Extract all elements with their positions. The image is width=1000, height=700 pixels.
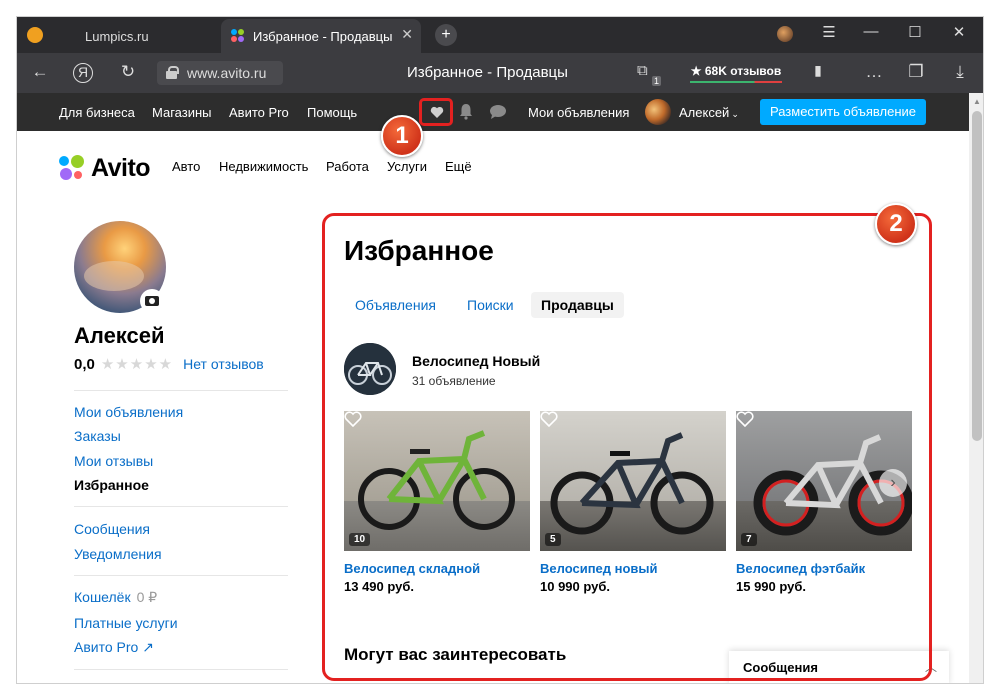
- reviews-bar: [690, 81, 782, 83]
- tab-title: Lumpics.ru: [85, 28, 149, 44]
- sidebar-item-orders[interactable]: Заказы: [74, 428, 121, 444]
- more-icon[interactable]: …: [863, 62, 885, 82]
- scrollbar-thumb[interactable]: [972, 111, 982, 441]
- heart-icon: [430, 106, 444, 118]
- divider: [74, 390, 288, 391]
- profile-avatar-icon[interactable]: [777, 26, 793, 42]
- browser-logo-icon[interactable]: [27, 27, 43, 43]
- scroll-up-icon[interactable]: ▲: [969, 97, 983, 106]
- rating-value: 0,0: [74, 355, 95, 373]
- nav-jobs[interactable]: Работа: [326, 159, 369, 174]
- sidebar-item-favorites[interactable]: Избранное: [74, 477, 149, 493]
- tab-avito-favorites[interactable]: Избранное - Продавцы ✕: [221, 19, 421, 53]
- change-photo-button[interactable]: [140, 289, 164, 313]
- sidebar-item-my-reviews[interactable]: Мои отзывы: [74, 453, 153, 469]
- nav-more[interactable]: Ещё: [445, 159, 472, 174]
- address-bar: ← Я ↻ www.avito.ru Избранное - Продавцы …: [17, 53, 983, 93]
- sidebar-item-messages[interactable]: Сообщения: [74, 521, 150, 537]
- lock-icon: [166, 66, 179, 79]
- my-ads-link[interactable]: Мои объявления: [528, 105, 629, 120]
- maximize-button[interactable]: ☐: [903, 23, 927, 41]
- rating-row: 0,0 ★★★★★ Нет отзывов: [74, 355, 264, 374]
- tab-lumpics[interactable]: Lumpics.ru: [69, 19, 219, 53]
- avito-logo-icon: [59, 155, 85, 181]
- close-window-button[interactable]: ✕: [947, 23, 971, 41]
- url-text: www.avito.ru: [187, 65, 267, 81]
- rating-stars-icon: ★★★★★: [100, 356, 174, 373]
- logo-text: Avito: [91, 153, 151, 182]
- avito-pro-link[interactable]: Авито Pro: [229, 105, 289, 120]
- sidebar-item-paid-services[interactable]: Платные услуги: [74, 615, 178, 631]
- chevron-down-icon: ⌄: [731, 109, 739, 119]
- nav-realty[interactable]: Недвижимость: [219, 159, 308, 174]
- tab-title: Избранное - Продавцы: [253, 28, 393, 44]
- for-business-link[interactable]: Для бизнеса: [59, 105, 135, 120]
- annotation-highlight-box: [322, 213, 932, 681]
- wallet-amount: 0 ₽: [136, 589, 158, 605]
- nav-services[interactable]: Услуги: [387, 159, 427, 174]
- divider: [74, 575, 288, 576]
- chat-icon[interactable]: [489, 104, 507, 120]
- avito-favicon-icon: [231, 29, 245, 43]
- post-ad-button[interactable]: Разместить объявление: [760, 99, 926, 125]
- url-field[interactable]: www.avito.ru: [157, 61, 283, 85]
- user-name: Алексей: [679, 105, 730, 120]
- new-tab-button[interactable]: +: [435, 24, 457, 46]
- reload-icon[interactable]: ↻: [117, 62, 139, 82]
- reviews-link[interactable]: Нет отзывов: [183, 356, 264, 372]
- wallet-label: Кошелёк: [74, 589, 131, 605]
- profile-name: Алексей: [74, 323, 165, 348]
- user-menu[interactable]: Алексей ⌄: [679, 105, 739, 120]
- bell-icon[interactable]: [459, 103, 473, 120]
- camera-icon: [145, 296, 159, 306]
- divider: [74, 506, 288, 507]
- help-link[interactable]: Помощь: [307, 105, 357, 120]
- yandex-icon[interactable]: Я: [73, 63, 93, 83]
- sidebar-item-my-ads[interactable]: Мои объявления: [74, 404, 183, 420]
- page-title-bar: Избранное - Продавцы: [407, 64, 568, 81]
- reviews-button[interactable]: ★ 68K отзывов: [690, 61, 782, 83]
- avito-logo[interactable]: Avito: [59, 153, 151, 182]
- sidebar-item-notifications[interactable]: Уведомления: [74, 546, 162, 562]
- shops-link[interactable]: Магазины: [152, 105, 212, 120]
- reviews-text: ★ 68K отзывов: [690, 64, 782, 78]
- avito-top-menu: Для бизнеса Магазины Авито Pro Помощь Мо…: [17, 93, 969, 131]
- download-icon[interactable]: ⤓: [949, 62, 971, 82]
- tab-close-icon[interactable]: ✕: [401, 26, 413, 43]
- page-scrollbar[interactable]: ▲: [969, 93, 983, 683]
- favorites-button[interactable]: [419, 98, 453, 126]
- annotation-marker-1: 1: [381, 115, 423, 157]
- sidebar-item-wallet[interactable]: Кошелёк 0 ₽: [74, 589, 157, 606]
- extension-icon[interactable]: ⧉ 1: [637, 62, 661, 86]
- collections-icon[interactable]: ❐: [905, 62, 927, 82]
- sidebar-item-avito-pro[interactable]: Авито Pro ↗: [74, 639, 154, 656]
- browser-window: Lumpics.ru Избранное - Продавцы ✕ + ☰ — …: [16, 16, 984, 684]
- menu-icon[interactable]: ☰: [817, 23, 841, 41]
- extension-badge-count: 1: [651, 76, 661, 86]
- minimize-button[interactable]: —: [859, 23, 883, 40]
- nav-auto[interactable]: Авто: [172, 159, 200, 174]
- annotation-marker-2: 2: [875, 203, 917, 245]
- user-avatar[interactable]: [645, 99, 671, 125]
- back-arrow-icon[interactable]: ←: [29, 62, 51, 82]
- divider: [74, 669, 288, 670]
- browser-tab-strip: Lumpics.ru Избранное - Продавцы ✕ + ☰ — …: [17, 17, 983, 53]
- bookmark-icon[interactable]: ▮: [807, 62, 829, 79]
